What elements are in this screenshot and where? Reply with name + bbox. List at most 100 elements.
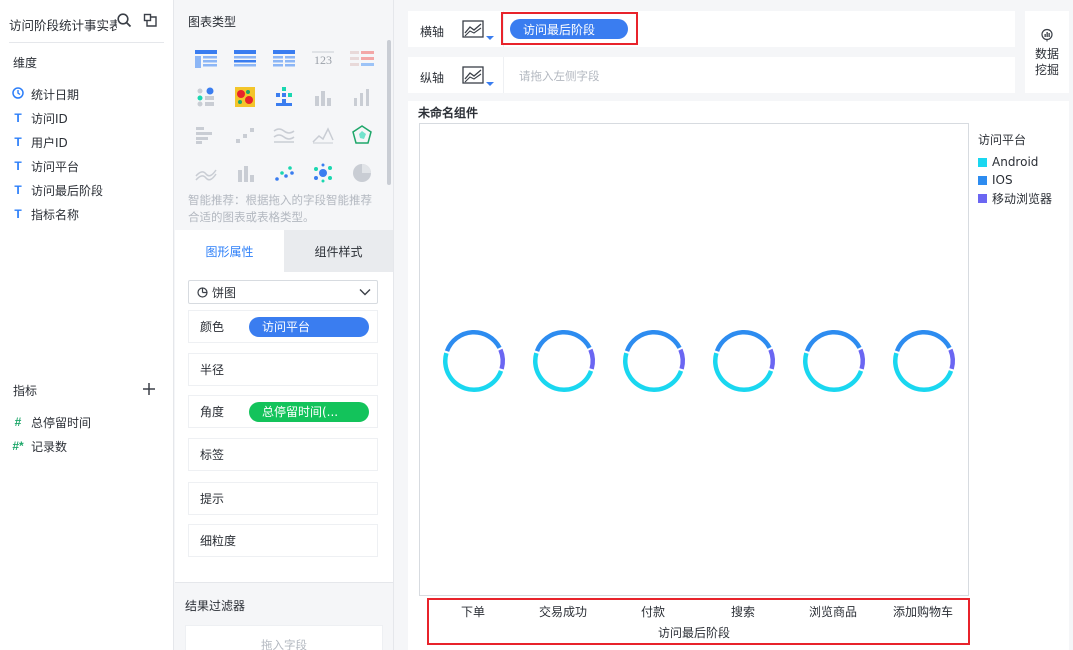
horizontal-bar-icon[interactable] — [187, 116, 225, 154]
data-mining-label-line1: 数据 — [1034, 47, 1059, 61]
donut-slice-android[interactable] — [893, 352, 954, 392]
x-tick-label: 浏览商品 — [808, 605, 858, 619]
bar-gray-icon[interactable] — [304, 78, 342, 116]
dimensions-field-item[interactable]: T 指标名称 — [11, 202, 103, 226]
measure-list: # 总停留时间 #* 记录数 — [11, 410, 91, 458]
kpi-number-icon[interactable]: 123 — [304, 40, 342, 78]
step-bar-icon[interactable] — [226, 116, 264, 154]
kpi-card-icon[interactable] — [343, 40, 381, 78]
tab-component-style[interactable]: 组件样式 — [284, 230, 393, 272]
column-gray-icon[interactable] — [226, 154, 264, 192]
radius-property-row[interactable]: 半径 — [188, 353, 378, 386]
donut-slice-android[interactable] — [623, 352, 684, 393]
number-type-icon: #* — [12, 439, 24, 453]
donut-slice-ios[interactable] — [534, 330, 592, 352]
switch-dataset-icon[interactable] — [142, 12, 158, 28]
stacked-bar-icon[interactable] — [343, 78, 381, 116]
add-measure-icon[interactable] — [141, 381, 157, 397]
donut-slice-移动浏览器[interactable] — [858, 348, 865, 370]
bubble-chart-icon[interactable] — [304, 154, 342, 192]
group-table-icon[interactable] — [226, 40, 264, 78]
detail-table-icon[interactable] — [265, 40, 303, 78]
donut-slice-移动浏览器[interactable] — [768, 348, 775, 370]
chart-type-panel: 图表类型 123 智能推荐：根据拖入的字段智能推荐合适的图表或表格类型。 — [175, 0, 393, 230]
dimensions-field-item[interactable]: T 用户ID — [11, 130, 103, 154]
x-axis-field-pill[interactable]: 访问最后阶段 — [510, 19, 628, 39]
donut-slice-ios[interactable] — [624, 330, 682, 352]
data-panel: 访问阶段统计事实表 维度 统计日期 T 访问ID T 用户ID T 访问平台 T 访问最后阶段 T… — [0, 0, 174, 650]
pie-chart-icon[interactable] — [343, 154, 381, 192]
donut-slice-ios[interactable] — [444, 330, 502, 352]
measures-field-item[interactable]: #* 记录数 — [11, 434, 91, 458]
x-axis-label: 横轴 — [420, 25, 445, 39]
donut-slice-ios[interactable] — [804, 329, 862, 352]
angle-property-row[interactable]: 角度 总停留时间(... — [188, 395, 378, 428]
x-axis-title: 访问最后阶段 — [657, 626, 731, 640]
angle-field-pill[interactable]: 总停留时间(... — [249, 401, 369, 422]
donut-slice-移动浏览器[interactable] — [588, 348, 595, 370]
divider — [9, 42, 164, 43]
dimensions-field-item[interactable]: T 访问最后阶段 — [11, 178, 103, 202]
radius-label: 半径 — [200, 363, 225, 377]
text-type-icon: T — [14, 207, 22, 221]
donut-slice-ios[interactable] — [894, 330, 952, 352]
chart-type-select[interactable]: 饼图 — [188, 280, 378, 304]
donut-slice-移动浏览器[interactable] — [948, 348, 955, 370]
search-icon[interactable] — [116, 12, 132, 28]
granularity-property-row[interactable]: 细粒度 — [188, 524, 378, 557]
legend-swatch — [978, 193, 987, 203]
matrix-icon[interactable] — [265, 78, 303, 116]
scatter-plot-icon[interactable] — [265, 154, 303, 192]
radar-chart-icon[interactable] — [343, 116, 381, 154]
chart-canvas — [443, 329, 955, 393]
tag-property-row[interactable]: 标签 — [188, 438, 378, 471]
dimension-title: 维度 — [13, 56, 38, 70]
tooltip-property-row[interactable]: 提示 — [188, 482, 378, 515]
measures-field-label: 记录数 — [31, 439, 68, 454]
component-title[interactable]: 未命名组件 — [418, 104, 478, 121]
dataset-title[interactable]: 访问阶段统计事实表 — [9, 15, 117, 34]
angle-label: 角度 — [200, 405, 225, 419]
measures-field-item[interactable]: # 总停留时间 — [11, 410, 91, 434]
donut-slice-ios[interactable] — [714, 329, 772, 352]
chart-type-scrollbar[interactable] — [387, 40, 391, 185]
color-property-row[interactable]: 颜色 访问平台 — [188, 310, 378, 343]
filter-drop-zone[interactable]: 拖入字段 — [185, 625, 383, 650]
color-label: 颜色 — [200, 320, 225, 334]
line-chart-icon[interactable] — [265, 116, 303, 154]
axis-chart-type-icon[interactable] — [462, 65, 496, 87]
dimensions-field-item[interactable]: T 访问ID — [11, 106, 103, 130]
chevron-down-icon — [359, 289, 371, 296]
donut-slice-android[interactable] — [803, 352, 864, 392]
donut-slice-android[interactable] — [532, 352, 594, 393]
area-chart-icon[interactable] — [304, 116, 342, 154]
dimension-list: 统计日期 T 访问ID T 用户ID T 访问平台 T 访问最后阶段 T 指标名称 — [11, 82, 103, 226]
dimensions-field-label: 指标名称 — [31, 207, 80, 222]
donut-slice-移动浏览器[interactable] — [498, 348, 505, 370]
color-field-pill[interactable]: 访问平台 — [249, 316, 369, 337]
donut-slice-移动浏览器[interactable] — [678, 348, 685, 370]
legend-item[interactable]: Android — [978, 153, 1052, 171]
donut-slice-android[interactable] — [713, 352, 774, 392]
dimensions-field-label: 访问最后阶段 — [31, 183, 104, 198]
tab-graph-properties[interactable]: 图形属性 — [175, 230, 284, 272]
dimensions-field-item[interactable]: 统计日期 — [11, 82, 103, 106]
legend-item[interactable]: 移动浏览器 — [978, 189, 1052, 207]
dimensions-field-item[interactable]: T 访问平台 — [11, 154, 103, 178]
scatter-table-icon[interactable] — [187, 78, 225, 116]
y-axis-drop-placeholder[interactable]: 请拖入左侧字段 — [519, 68, 600, 84]
data-mining-button[interactable]: 数据 挖掘 — [1025, 11, 1069, 93]
smart-recommend-tip: 智能推荐：根据拖入的字段智能推荐合适的图表或表格类型。 — [188, 193, 372, 224]
legend-label: 移动浏览器 — [992, 191, 1053, 206]
tag-label: 标签 — [200, 448, 225, 462]
text-type-icon: T — [14, 135, 22, 149]
legend-item[interactable]: IOS — [978, 171, 1052, 189]
axis-chart-type-icon[interactable] — [462, 19, 496, 41]
table-icon[interactable] — [187, 40, 225, 78]
range-area-icon[interactable] — [187, 154, 225, 192]
legend-swatch — [978, 157, 987, 167]
dimensions-field-label: 访问平台 — [31, 159, 80, 174]
heatmap-icon[interactable] — [226, 78, 264, 116]
divider — [503, 57, 504, 93]
donut-slice-android[interactable] — [443, 352, 504, 393]
